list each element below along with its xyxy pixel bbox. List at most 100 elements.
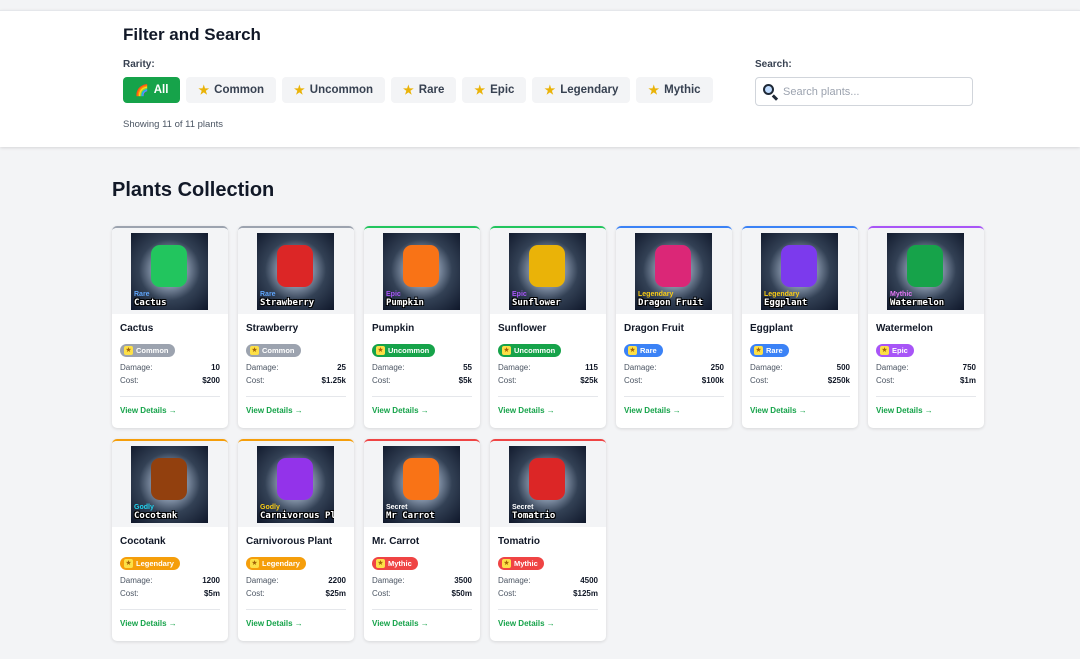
plant-card[interactable]: Epic Sunflower Sunflower ★ Uncommon Damage: 11… [490,226,606,428]
filter-mythic-button[interactable]: ★ Mythic [636,77,713,103]
cost-value: $200 [202,376,220,385]
filter-panel: Filter and Search Rarity: 🌈 All ★ Common… [0,10,1080,147]
cost-value: $5m [203,589,220,598]
plant-image-area: Legendary Dragon Fruit [616,228,732,314]
damage-value: 25 [337,363,346,372]
plant-sprite [151,458,187,500]
cost-stat: Cost: $5k [372,376,472,385]
star-icon: ★ [124,559,133,568]
rarity-badge: ★ Common [120,344,175,357]
cost-stat: Cost: $100k [624,376,724,385]
plant-card[interactable]: Rare Strawberry Strawberry ★ Common Damage: 25… [238,226,354,428]
thumbnail-tier-label: Epic [386,291,401,298]
damage-stat: Damage: 25 [246,363,346,372]
rainbow-icon: 🌈 [135,84,149,97]
view-details-link[interactable]: View Details → [498,619,598,628]
cost-value: $50m [451,589,472,598]
divider [750,396,850,397]
damage-value: 750 [962,363,976,372]
filter-epic-button[interactable]: ★ Epic [462,77,527,103]
view-details-link[interactable]: View Details → [120,619,220,628]
divider [624,396,724,397]
plant-thumbnail: Rare Cactus [131,233,208,310]
rarity-badge: ★ Mythic [372,557,418,570]
search-icon [763,83,779,100]
cost-value: $5k [458,376,472,385]
view-details-link[interactable]: View Details → [624,406,724,415]
plant-image-area: Rare Strawberry [238,228,354,314]
cost-stat: Cost: $50m [372,589,472,598]
plant-thumbnail: Secret Mr Carrot [383,446,460,523]
thumbnail-plant-name: Cocotank [134,511,178,521]
filter-all-button[interactable]: 🌈 All [123,77,181,103]
thumbnail-plant-name: Pumpkin [386,298,424,308]
thumbnail-plant-name: Watermelon [890,298,945,308]
plant-card[interactable]: Secret Mr Carrot Mr. Carrot ★ Mythic Damage: 3… [364,439,480,641]
plant-sprite [403,458,439,500]
search-box[interactable] [755,77,973,106]
search-input[interactable] [783,85,963,98]
plant-thumbnail: Legendary Eggplant [761,233,838,310]
plant-card[interactable]: Mythic Watermelon Watermelon ★ Epic Damage: 75… [868,226,984,428]
plant-image-area: Godly Cocotank [112,441,228,527]
rarity-badge: ★ Rare [624,344,663,357]
cost-value: $1.25k [321,376,346,385]
rarity-badge: ★ Rare [750,344,789,357]
filter-legendary-button[interactable]: ★ Legendary [532,77,631,103]
plant-sprite [277,458,313,500]
damage-value: 3500 [454,576,472,585]
view-details-link[interactable]: View Details → [120,406,220,415]
star-icon: ★ [250,346,259,355]
thumbnail-plant-name: Tomatrio [512,511,556,521]
star-icon: ★ [544,83,556,97]
view-details-link[interactable]: View Details → [246,406,346,415]
divider [372,609,472,610]
view-details-link[interactable]: View Details → [750,406,850,415]
rarity-badge: ★ Mythic [498,557,544,570]
damage-stat: Damage: 55 [372,363,472,372]
filter-title: Filter and Search [123,25,261,44]
plant-image-area: Mythic Watermelon [868,228,984,314]
plant-thumbnail: GodlyCarnivorous Plant [257,446,334,523]
plant-card[interactable]: Rare Cactus Cactus ★ Common Damage: 10 Cost: $20… [112,226,228,428]
view-details-link[interactable]: View Details → [372,619,472,628]
plant-image-area: Secret Tomatrio [490,441,606,527]
view-details-link[interactable]: View Details → [246,619,346,628]
view-details-link[interactable]: View Details → [372,406,472,415]
plant-name: Strawberry [246,323,299,334]
search-label: Search: [755,59,792,70]
view-details-link[interactable]: View Details → [876,406,976,415]
cost-stat: Cost: $25k [498,376,598,385]
thumbnail-tier-label: Epic [512,291,527,298]
cost-stat: Cost: $1.25k [246,376,346,385]
view-details-link[interactable]: View Details → [498,406,598,415]
plant-name: Tomatrio [498,536,541,547]
plant-card[interactable]: Godly Cocotank Cocotank ★ Legendary Damage: 12… [112,439,228,641]
plant-sprite [403,245,439,287]
damage-value: 2200 [328,576,346,585]
plant-card[interactable]: Legendary Eggplant Eggplant ★ Rare Damage: 500… [742,226,858,428]
star-icon: ★ [376,559,385,568]
plant-sprite [529,245,565,287]
plant-card[interactable]: GodlyCarnivorous PlantCarnivorous Plant★… [238,439,354,641]
plant-card[interactable]: Secret Tomatrio Tomatrio ★ Mythic Damage: 4500… [490,439,606,641]
plant-image-area: Epic Sunflower [490,228,606,314]
filter-uncommon-button[interactable]: ★ Uncommon [282,77,386,103]
star-icon: ★ [294,83,305,97]
star-icon: ★ [376,346,385,355]
star-icon: ★ [502,559,511,568]
cost-value: $100k [701,376,724,385]
plant-name: Mr. Carrot [372,536,420,547]
damage-stat: Damage: 500 [750,363,850,372]
plant-card[interactable]: Epic Pumpkin Pumpkin ★ Uncommon Damage: 55 Cost… [364,226,480,428]
cost-stat: Cost: $1m [876,376,976,385]
plant-thumbnail: Rare Strawberry [257,233,334,310]
filter-common-button[interactable]: ★ Common [186,77,277,103]
rarity-badge: ★ Epic [876,344,914,357]
star-icon: ★ [502,346,511,355]
thumbnail-tier-label: Rare [134,291,150,298]
divider [120,396,220,397]
filter-rare-button[interactable]: ★ Rare [391,77,457,103]
plant-card[interactable]: Legendary Dragon Fruit Dragon Fruit ★ Rare Da… [616,226,732,428]
plant-thumbnail: Godly Cocotank [131,446,208,523]
